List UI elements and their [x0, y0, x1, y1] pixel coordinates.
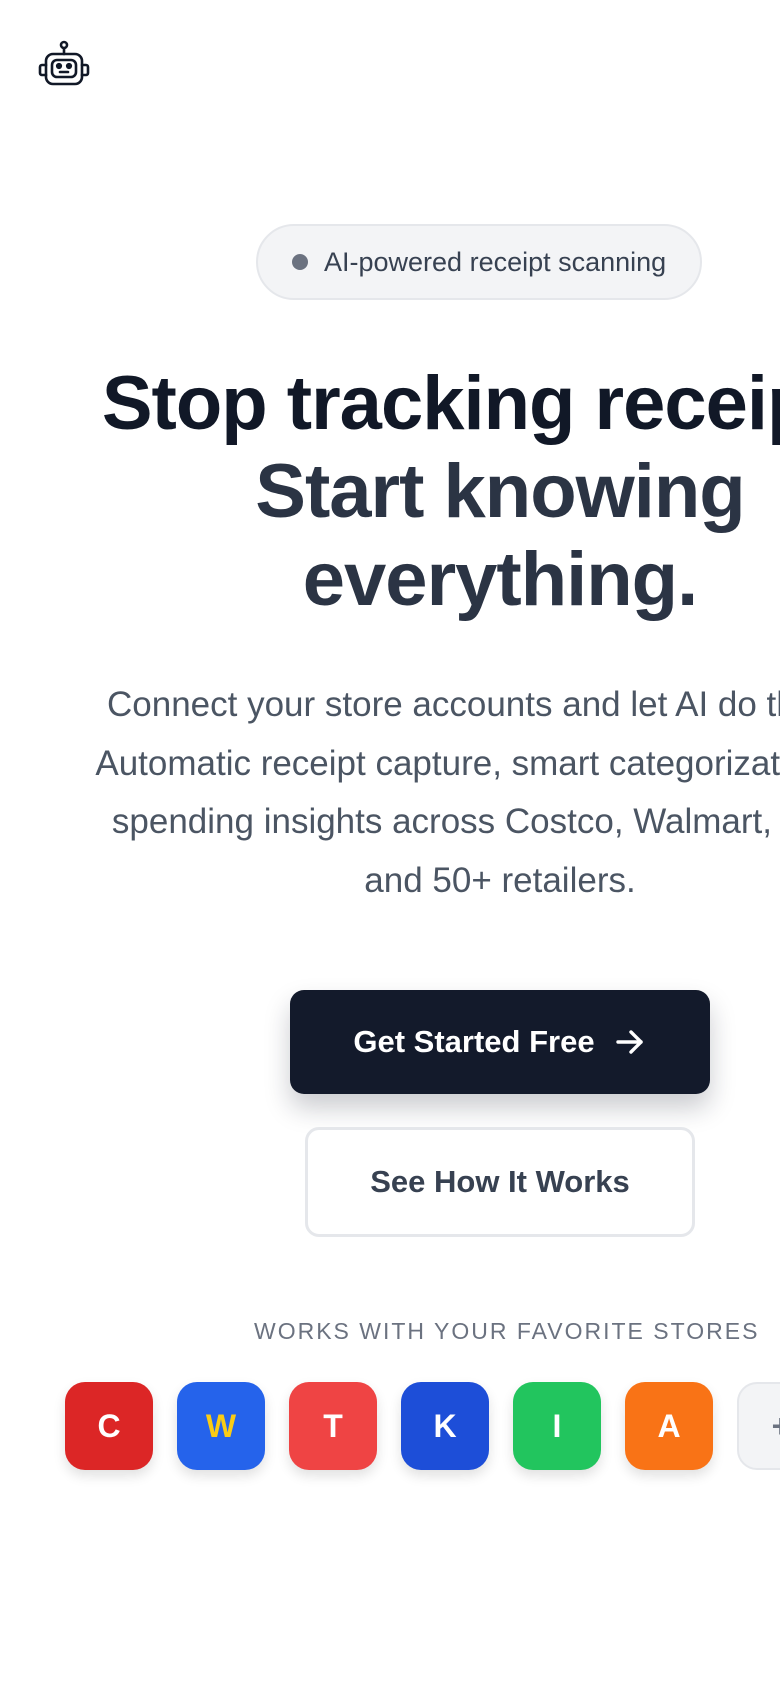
subheadline-line-3: spending insights across Costco, Walmart… [111, 802, 780, 841]
see-how-it-works-button[interactable]: See How It Works [305, 1127, 695, 1237]
store-tile: K [401, 1382, 489, 1470]
headline-line-2: Start knowing [255, 449, 745, 534]
headline-line-1: Stop tracking receipts. [101, 361, 780, 446]
stores-label: WORKS WITH YOUR FAVORITE STORES [254, 1318, 760, 1344]
get-started-label: Get Started Free [353, 1024, 595, 1059]
store-tile: A [625, 1382, 713, 1470]
store-tile-letter: C [97, 1407, 121, 1444]
headline-line-3: everything. [302, 537, 698, 622]
landing-page: AI-powered receipt scanning Stop trackin… [0, 0, 780, 1688]
store-tile: C [65, 1382, 153, 1470]
store-tile-letter: T [323, 1407, 343, 1444]
arrow-right-icon [615, 1030, 643, 1054]
see-how-it-works-label: See How It Works [370, 1164, 630, 1199]
store-tile: W [177, 1382, 265, 1470]
status-dot [292, 254, 308, 270]
store-tile: I [513, 1382, 601, 1470]
hero-headline: Stop tracking receipts. Start knowing ev… [0, 360, 780, 624]
subheadline-line-4: and 50+ retailers. [364, 860, 636, 900]
badge-text: AI-powered receipt scanning [324, 246, 667, 277]
feature-badge: AI-powered receipt scanning [256, 224, 703, 300]
store-tile-letter: A [657, 1407, 681, 1444]
subheadline-line-1: Connect your store accounts and let AI d… [106, 685, 780, 724]
robot-icon[interactable] [36, 38, 92, 94]
store-tile-letter: + [772, 1408, 780, 1445]
store-tile: T [289, 1382, 377, 1470]
store-tile-letter: I [552, 1407, 562, 1444]
subheadline-line-2: Automatic receipt capture, smart categor… [95, 743, 780, 783]
hero-subheadline: Connect your store accounts and let AI d… [0, 676, 780, 910]
more-stores-tile: + [737, 1382, 780, 1470]
get-started-button[interactable]: Get Started Free [290, 990, 710, 1094]
store-logo-row: C W T K I A + [0, 1382, 780, 1482]
store-tile-letter: K [433, 1407, 457, 1444]
store-tile-letter: W [205, 1407, 237, 1444]
